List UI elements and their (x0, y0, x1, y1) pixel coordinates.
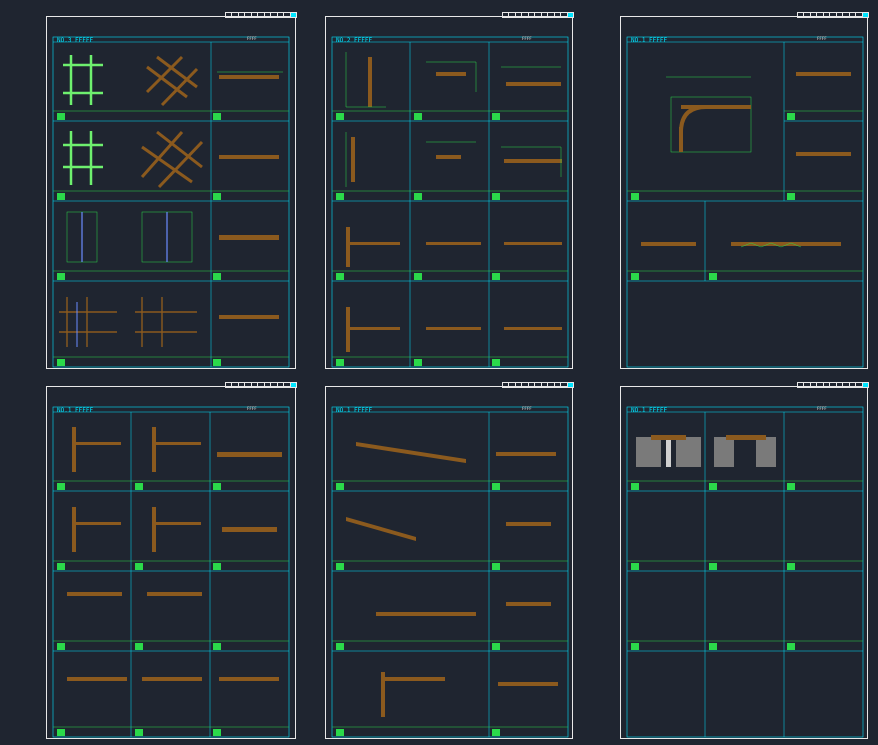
sheet-title: NO.1 FFFFF (631, 37, 668, 44)
sheet-title-right: FFFF (247, 406, 257, 411)
sheet-title: NO.3 FFFFF (57, 37, 94, 44)
sheet-6-grid (626, 406, 864, 738)
drawing-sheet-5[interactable]: NO.1 FFFFF FFFF (325, 382, 574, 739)
drawing-sheet-2[interactable]: NO.2 FFFFF FFFF (325, 12, 574, 369)
sheet-1-grid (52, 36, 290, 368)
drawing-sheet-4[interactable]: NO.1 FFFFF FFFF (46, 382, 297, 739)
sheet-3-grid (626, 36, 864, 368)
sheet-title-right: FFFF (247, 36, 257, 41)
sheet-title: NO.1 FFFFF (57, 407, 94, 414)
sheet-title-right: FFFF (817, 36, 827, 41)
sheet-title-right: FFFF (522, 36, 532, 41)
drawing-sheet-3[interactable]: NO.1 FFFFF FFFF (620, 12, 869, 369)
sheet-title: NO.2 FFFFF (336, 37, 373, 44)
drawing-sheet-6[interactable]: NO.1 FFFFF FFFF (620, 382, 869, 739)
sheet-title: NO.1 FFFFF (336, 407, 373, 414)
sheet-2-grid (331, 36, 569, 368)
sheet-5-grid (331, 406, 569, 738)
sheet-title-right: FFFF (817, 406, 827, 411)
drawing-sheet-1[interactable]: NO.3 FFFFF FFFF (46, 12, 297, 369)
sheet-4-grid (52, 406, 290, 738)
sheet-title: NO.1 FFFFF (631, 407, 668, 414)
sheet-title-right: FFFF (522, 406, 532, 411)
